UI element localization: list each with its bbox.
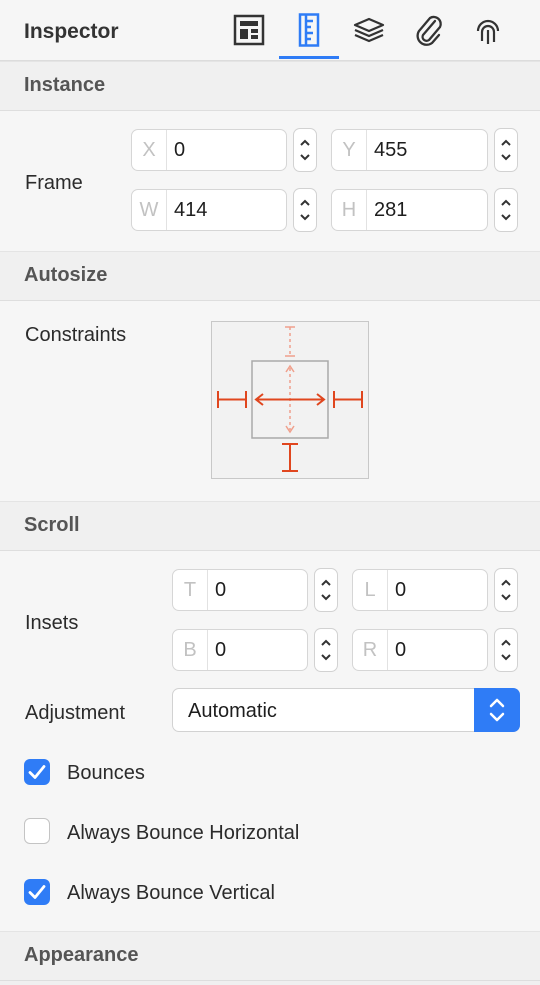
section-header-autosize: Autosize <box>0 251 540 301</box>
frame-y-field[interactable]: Y 455 <box>331 129 488 171</box>
frame-w-stepper[interactable] <box>293 188 317 232</box>
field-prefix: B <box>173 630 208 670</box>
field-value: 281 <box>374 199 408 221</box>
field-prefix: R <box>353 630 388 670</box>
adjustment-select[interactable]: Automatic <box>172 688 520 732</box>
constraints-diagram <box>217 326 363 472</box>
section-header-instance: Instance <box>0 61 540 111</box>
frame-h-field[interactable]: H 281 <box>331 189 488 231</box>
frame-w-field[interactable]: W 414 <box>131 189 287 231</box>
selected-tab-indicator <box>279 56 339 59</box>
field-prefix: T <box>173 570 208 610</box>
touch-tab[interactable] <box>468 10 508 50</box>
field-value: 0 <box>395 579 407 601</box>
field-prefix: W <box>132 190 167 230</box>
inset-left-stepper[interactable] <box>494 568 518 612</box>
stepper-arrows-icon <box>300 199 310 221</box>
constraints-label: Constraints <box>25 324 127 346</box>
field-value: 0 <box>395 639 407 661</box>
up-down-chevron-icon <box>489 698 505 722</box>
inset-bottom-field[interactable]: B 0 <box>172 629 308 671</box>
field-value: 0 <box>215 639 227 661</box>
bounces-label[interactable]: Bounces <box>67 762 145 785</box>
width-spring <box>254 393 326 406</box>
field-value: 455 <box>374 139 408 161</box>
ruler-icon <box>298 13 320 47</box>
stepper-arrows-icon <box>501 579 511 601</box>
inset-left-field[interactable]: L 0 <box>352 569 488 611</box>
select-arrow-button[interactable] <box>474 688 520 732</box>
frame-y-stepper[interactable] <box>494 128 518 172</box>
field-prefix: H <box>332 190 367 230</box>
right-strut <box>333 391 363 408</box>
left-strut <box>217 391 247 408</box>
inset-top-stepper[interactable] <box>314 568 338 612</box>
field-prefix: X <box>132 130 167 170</box>
stepper-arrows-icon <box>501 139 511 161</box>
layers-icon <box>353 17 385 43</box>
inset-bottom-stepper[interactable] <box>314 628 338 672</box>
stepper-arrows-icon <box>501 199 511 221</box>
inset-top-field[interactable]: T 0 <box>172 569 308 611</box>
stepper-arrows-icon <box>300 139 310 161</box>
stepper-arrows-icon <box>321 639 331 661</box>
always-bounce-horizontal-checkbox[interactable] <box>24 818 50 844</box>
layout-tab[interactable] <box>229 10 269 50</box>
always-bounce-horizontal-label[interactable]: Always Bounce Horizontal <box>67 822 299 845</box>
stepper-arrows-icon <box>321 579 331 601</box>
section-title: Appearance <box>24 944 139 966</box>
always-bounce-vertical-label[interactable]: Always Bounce Vertical <box>67 882 275 905</box>
section-title: Scroll <box>24 514 80 536</box>
stepper-arrows-icon <box>501 639 511 661</box>
touch-icon <box>476 19 500 44</box>
field-value: 414 <box>174 199 208 221</box>
frame-label: Frame <box>25 172 83 194</box>
checkmark-icon <box>28 765 46 779</box>
constraints-editor[interactable] <box>211 321 369 479</box>
divider <box>0 980 540 981</box>
inset-right-stepper[interactable] <box>494 628 518 672</box>
frame-x-field[interactable]: X 0 <box>131 129 287 171</box>
attachment-tab[interactable] <box>409 10 449 50</box>
paperclip-icon <box>416 15 442 46</box>
always-bounce-vertical-checkbox[interactable] <box>24 879 50 905</box>
inspector-title: Inspector <box>24 20 119 43</box>
field-value: 0 <box>215 579 227 601</box>
field-prefix: L <box>353 570 388 610</box>
insets-label: Insets <box>25 612 79 634</box>
ruler-tab[interactable] <box>289 10 329 50</box>
checkmark-icon <box>28 885 46 899</box>
inset-right-field[interactable]: R 0 <box>352 629 488 671</box>
top-strut-dashed <box>285 326 295 357</box>
adjustment-label: Adjustment <box>25 702 126 724</box>
section-title: Instance <box>24 74 106 96</box>
section-title: Autosize <box>24 264 108 286</box>
layout-icon <box>233 14 265 46</box>
bottom-strut <box>282 443 298 472</box>
frame-h-stepper[interactable] <box>494 188 518 232</box>
section-header-scroll: Scroll <box>0 501 540 551</box>
select-value: Automatic <box>188 700 277 722</box>
bounces-checkbox[interactable] <box>24 759 50 785</box>
section-header-appearance: Appearance <box>0 931 540 985</box>
layers-tab[interactable] <box>349 10 389 50</box>
field-value: 0 <box>174 139 186 161</box>
frame-x-stepper[interactable] <box>293 128 317 172</box>
field-prefix: Y <box>332 130 367 170</box>
